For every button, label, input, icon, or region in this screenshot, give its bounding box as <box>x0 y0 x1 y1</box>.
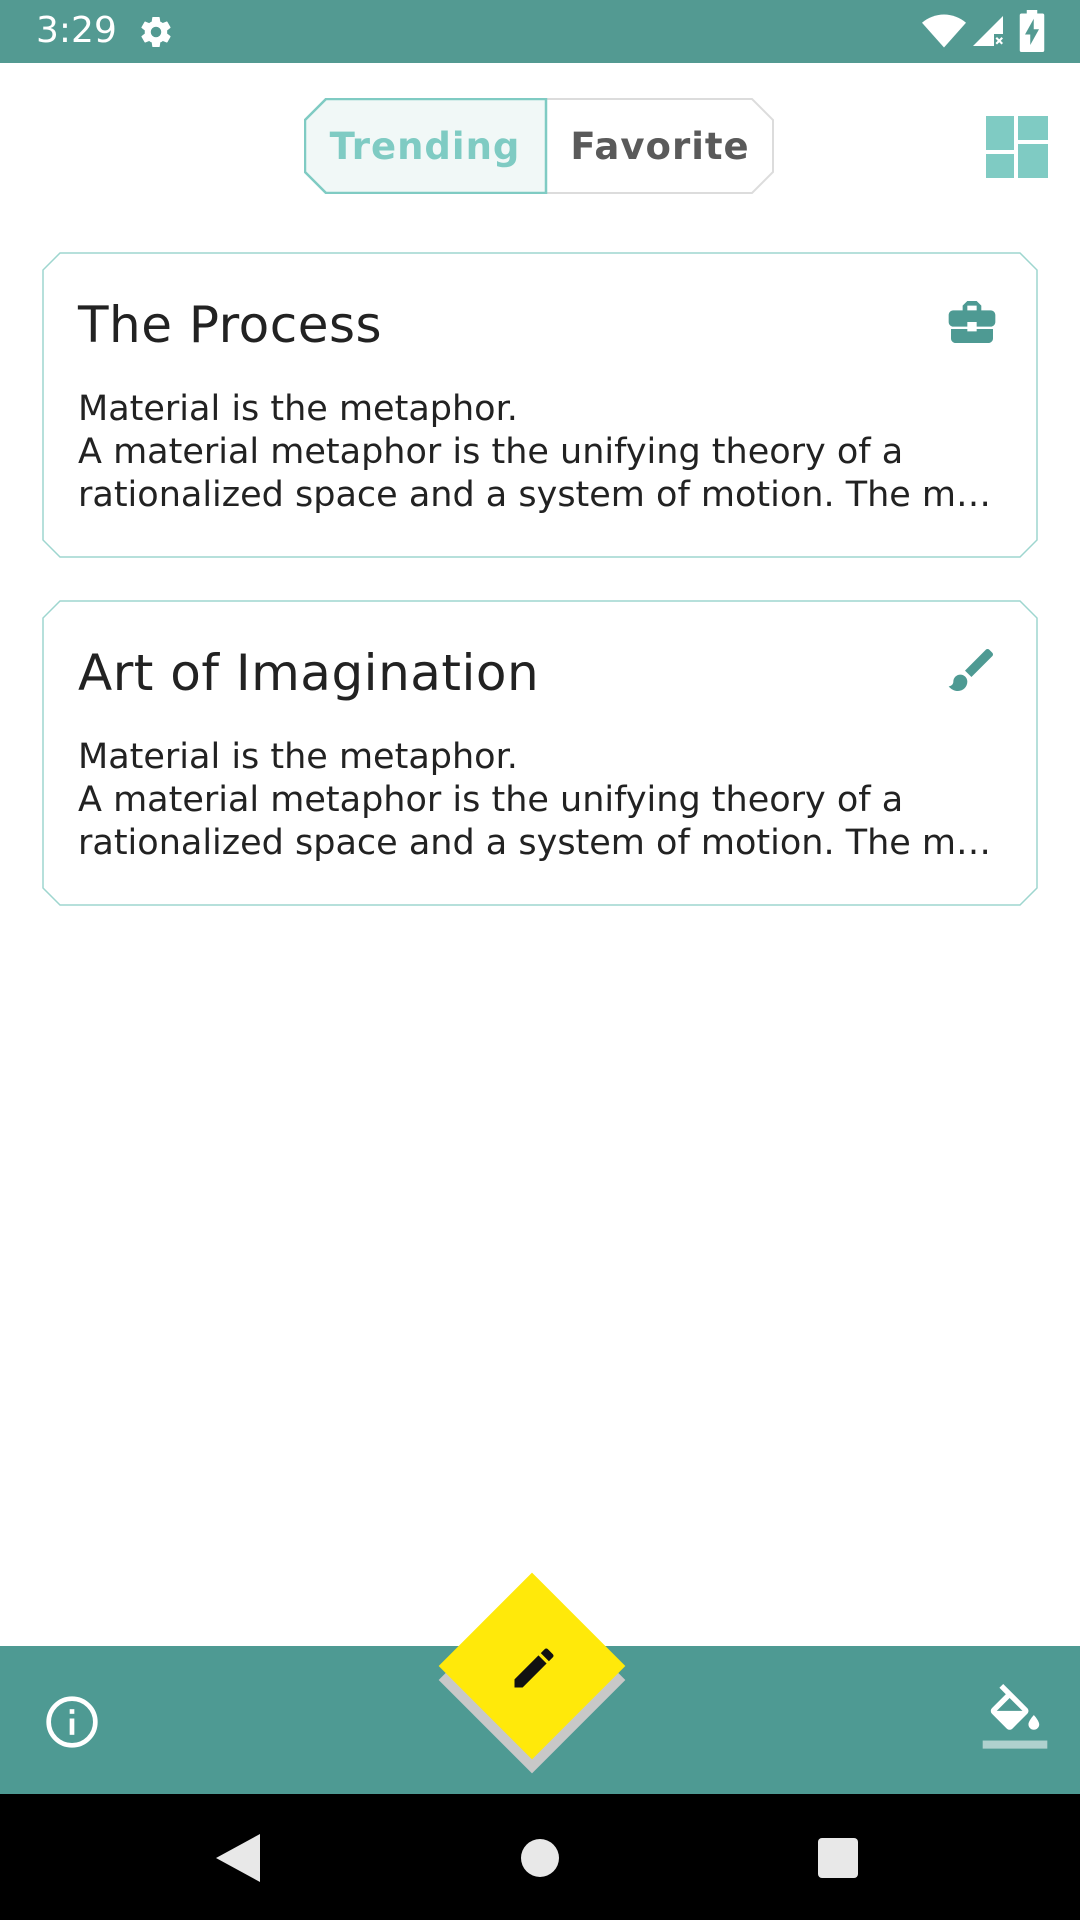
tab-trending[interactable]: Trending <box>304 98 546 194</box>
format-color-fill-icon[interactable] <box>982 1684 1048 1754</box>
status-bar: 3:29 <box>0 0 1080 63</box>
tab-favorite[interactable]: Favorite <box>546 98 774 194</box>
note-card[interactable]: The Process Material is the metaphor. A … <box>42 252 1038 558</box>
tab-toggle: Trending Favorite <box>304 98 774 194</box>
settings-icon <box>141 17 171 48</box>
card-title: The Process <box>78 296 383 354</box>
note-card[interactable]: Art of Imagination Material is the metap… <box>42 600 1038 906</box>
recent-apps-icon[interactable] <box>818 1838 858 1878</box>
back-icon[interactable] <box>216 1834 260 1882</box>
signal-icon <box>973 16 1003 46</box>
brush-icon <box>948 648 994 691</box>
wifi-icon <box>922 14 966 48</box>
card-body: Material is the metaphor. A material met… <box>78 389 992 515</box>
info-icon[interactable] <box>44 1694 100 1750</box>
home-icon[interactable] <box>520 1838 560 1878</box>
pencil-icon <box>514 1648 554 1688</box>
briefcase-icon <box>948 301 996 343</box>
status-time: 3:29 <box>36 10 117 51</box>
card-body: Material is the metaphor. A material met… <box>78 737 992 863</box>
card-title: Art of Imagination <box>78 644 540 702</box>
battery-icon <box>1019 10 1045 52</box>
compose-fab-container <box>438 1570 640 1774</box>
dashboard-icon[interactable] <box>986 116 1048 178</box>
